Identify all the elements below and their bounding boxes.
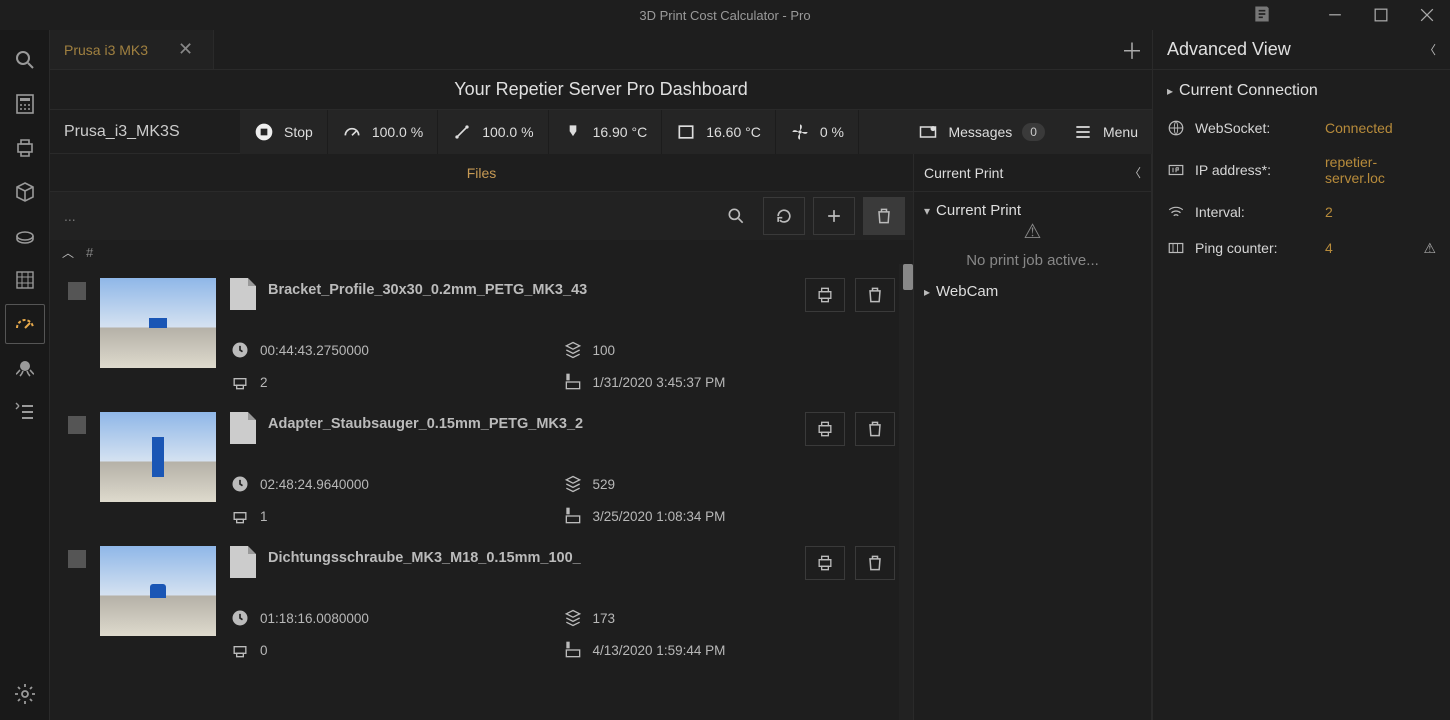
calculator-icon[interactable] <box>5 84 45 124</box>
stop-button[interactable]: Stop <box>240 110 328 154</box>
print-file-button[interactable] <box>805 546 845 580</box>
help-icon[interactable] <box>1252 4 1272 27</box>
file-thumbnail <box>100 278 216 368</box>
current-print-column: Current Print 〈 ▾Current Print ⚠ No prin… <box>914 154 1152 720</box>
ip-row: IP address*: repetier-server.loc <box>1167 146 1436 194</box>
document-icon <box>230 412 256 444</box>
counter-icon <box>1167 238 1185 258</box>
prints-row: 2 <box>230 372 563 392</box>
files-filter-row: ... <box>50 192 913 240</box>
warning-icon: ⚠ <box>924 219 1141 244</box>
file-checkbox[interactable] <box>68 416 86 434</box>
tab-bar: Prusa i3 MK3 ✕ ＋ <box>50 30 1152 70</box>
octopus-icon[interactable] <box>5 348 45 388</box>
file-thumbnail <box>100 412 216 502</box>
flow-chip[interactable]: 100.0 % <box>438 110 548 154</box>
grid-icon[interactable] <box>5 260 45 300</box>
websocket-row: WebSocket: Connected <box>1167 110 1436 146</box>
refresh-button[interactable] <box>763 197 805 235</box>
file-thumbnail <box>100 546 216 636</box>
file-item[interactable]: Dichtungsschraube_MK3_M18_0.15mm_100_ 01… <box>50 532 913 666</box>
print-file-button[interactable] <box>805 412 845 446</box>
bed-temp-chip[interactable]: 16.60 °C <box>662 110 776 154</box>
title-bar: 3D Print Cost Calculator - Pro <box>0 0 1450 30</box>
current-print-section[interactable]: ▾Current Print <box>924 202 1141 219</box>
sort-up-icon[interactable]: ︿ <box>62 244 74 261</box>
file-name: Adapter_Staubsauger_0.15mm_PETG_MK3_2 <box>268 412 793 432</box>
webcam-section[interactable]: ▸WebCam <box>924 283 1141 300</box>
search-icon[interactable] <box>5 40 45 80</box>
tab-close-icon[interactable]: ✕ <box>172 37 199 62</box>
maximize-button[interactable] <box>1358 0 1404 30</box>
scrollbar-thumb[interactable] <box>903 264 913 290</box>
left-sidebar <box>0 30 50 720</box>
file-name: Dichtungsschraube_MK3_M18_0.15mm_100_ <box>268 546 793 566</box>
file-item[interactable]: Bracket_Profile_30x30_0.2mm_PETG_MK3_43 … <box>50 264 913 398</box>
fan-chip[interactable]: 0 % <box>776 110 859 154</box>
advanced-view-header: Advanced View <box>1167 39 1291 60</box>
document-icon <box>230 278 256 310</box>
files-column: Files ... ︿ # <box>50 154 914 720</box>
menu-button[interactable]: Menu <box>1059 110 1152 154</box>
printer-icon[interactable] <box>5 128 45 168</box>
print-file-button[interactable] <box>805 278 845 312</box>
minimize-button[interactable] <box>1312 0 1358 30</box>
file-name: Bracket_Profile_30x30_0.2mm_PETG_MK3_43 <box>268 278 793 298</box>
printer-toolbar: Prusa_i3_MK3S Stop 100.0 % 100.0 % 16.90… <box>50 110 1152 154</box>
material-icon[interactable] <box>5 216 45 256</box>
dashboard-heading: Your Repetier Server Pro Dashboard <box>50 70 1152 110</box>
delete-all-button[interactable] <box>863 197 905 235</box>
files-header: Files <box>50 154 913 192</box>
collapse-right-icon[interactable]: 〈 <box>1424 41 1436 58</box>
add-file-button[interactable] <box>813 197 855 235</box>
delete-file-button[interactable] <box>855 546 895 580</box>
current-print-message: No print job active... <box>924 244 1141 283</box>
document-icon <box>230 546 256 578</box>
files-search-icon[interactable] <box>717 197 755 235</box>
sort-label[interactable]: # <box>86 245 93 260</box>
date-row: 1/31/2020 3:45:37 PM <box>563 372 896 392</box>
gauge-icon[interactable] <box>5 304 45 344</box>
file-list: Bracket_Profile_30x30_0.2mm_PETG_MK3_43 … <box>50 264 913 720</box>
file-item[interactable]: Adapter_Staubsauger_0.15mm_PETG_MK3_2 02… <box>50 398 913 532</box>
ping-row: Ping counter: 4 ⚠ <box>1167 230 1436 266</box>
scrollbar-track[interactable] <box>899 264 913 720</box>
duration-row: 00:44:43.2750000 <box>230 340 563 360</box>
queue-icon[interactable] <box>5 392 45 432</box>
warning-icon: ⚠ <box>1423 240 1436 257</box>
cube-icon[interactable] <box>5 172 45 212</box>
interval-row: Interval: 2 <box>1167 194 1436 230</box>
current-print-header: Current Print <box>924 165 1003 181</box>
advanced-view-panel: Advanced View 〈 ▸Current Connection WebS… <box>1152 30 1450 720</box>
collapse-icon[interactable]: 〈 <box>1129 164 1141 181</box>
tab-add-button[interactable]: ＋ <box>1112 30 1152 69</box>
delete-file-button[interactable] <box>855 412 895 446</box>
delete-file-button[interactable] <box>855 278 895 312</box>
globe-icon <box>1167 118 1185 138</box>
messages-count-badge: 0 <box>1022 123 1045 141</box>
file-checkbox[interactable] <box>68 282 86 300</box>
printer-name: Prusa_i3_MK3S <box>50 123 240 141</box>
close-button[interactable] <box>1404 0 1450 30</box>
speed-chip[interactable]: 100.0 % <box>328 110 438 154</box>
ip-icon <box>1167 160 1185 180</box>
wifi-icon <box>1167 202 1185 222</box>
file-checkbox[interactable] <box>68 550 86 568</box>
tab-label: Prusa i3 MK3 <box>64 42 148 58</box>
nozzle-temp-chip[interactable]: 16.90 °C <box>549 110 663 154</box>
messages-chip[interactable]: Messages 0 <box>904 110 1059 154</box>
window-title: 3D Print Cost Calculator - Pro <box>639 8 810 23</box>
files-path: ... <box>58 208 709 224</box>
sort-row: ︿ # <box>50 240 913 264</box>
settings-icon[interactable] <box>5 674 45 714</box>
layers-row: 100 <box>563 340 896 360</box>
connection-section[interactable]: ▸Current Connection <box>1167 82 1436 100</box>
tab-printer[interactable]: Prusa i3 MK3 ✕ <box>50 30 214 69</box>
